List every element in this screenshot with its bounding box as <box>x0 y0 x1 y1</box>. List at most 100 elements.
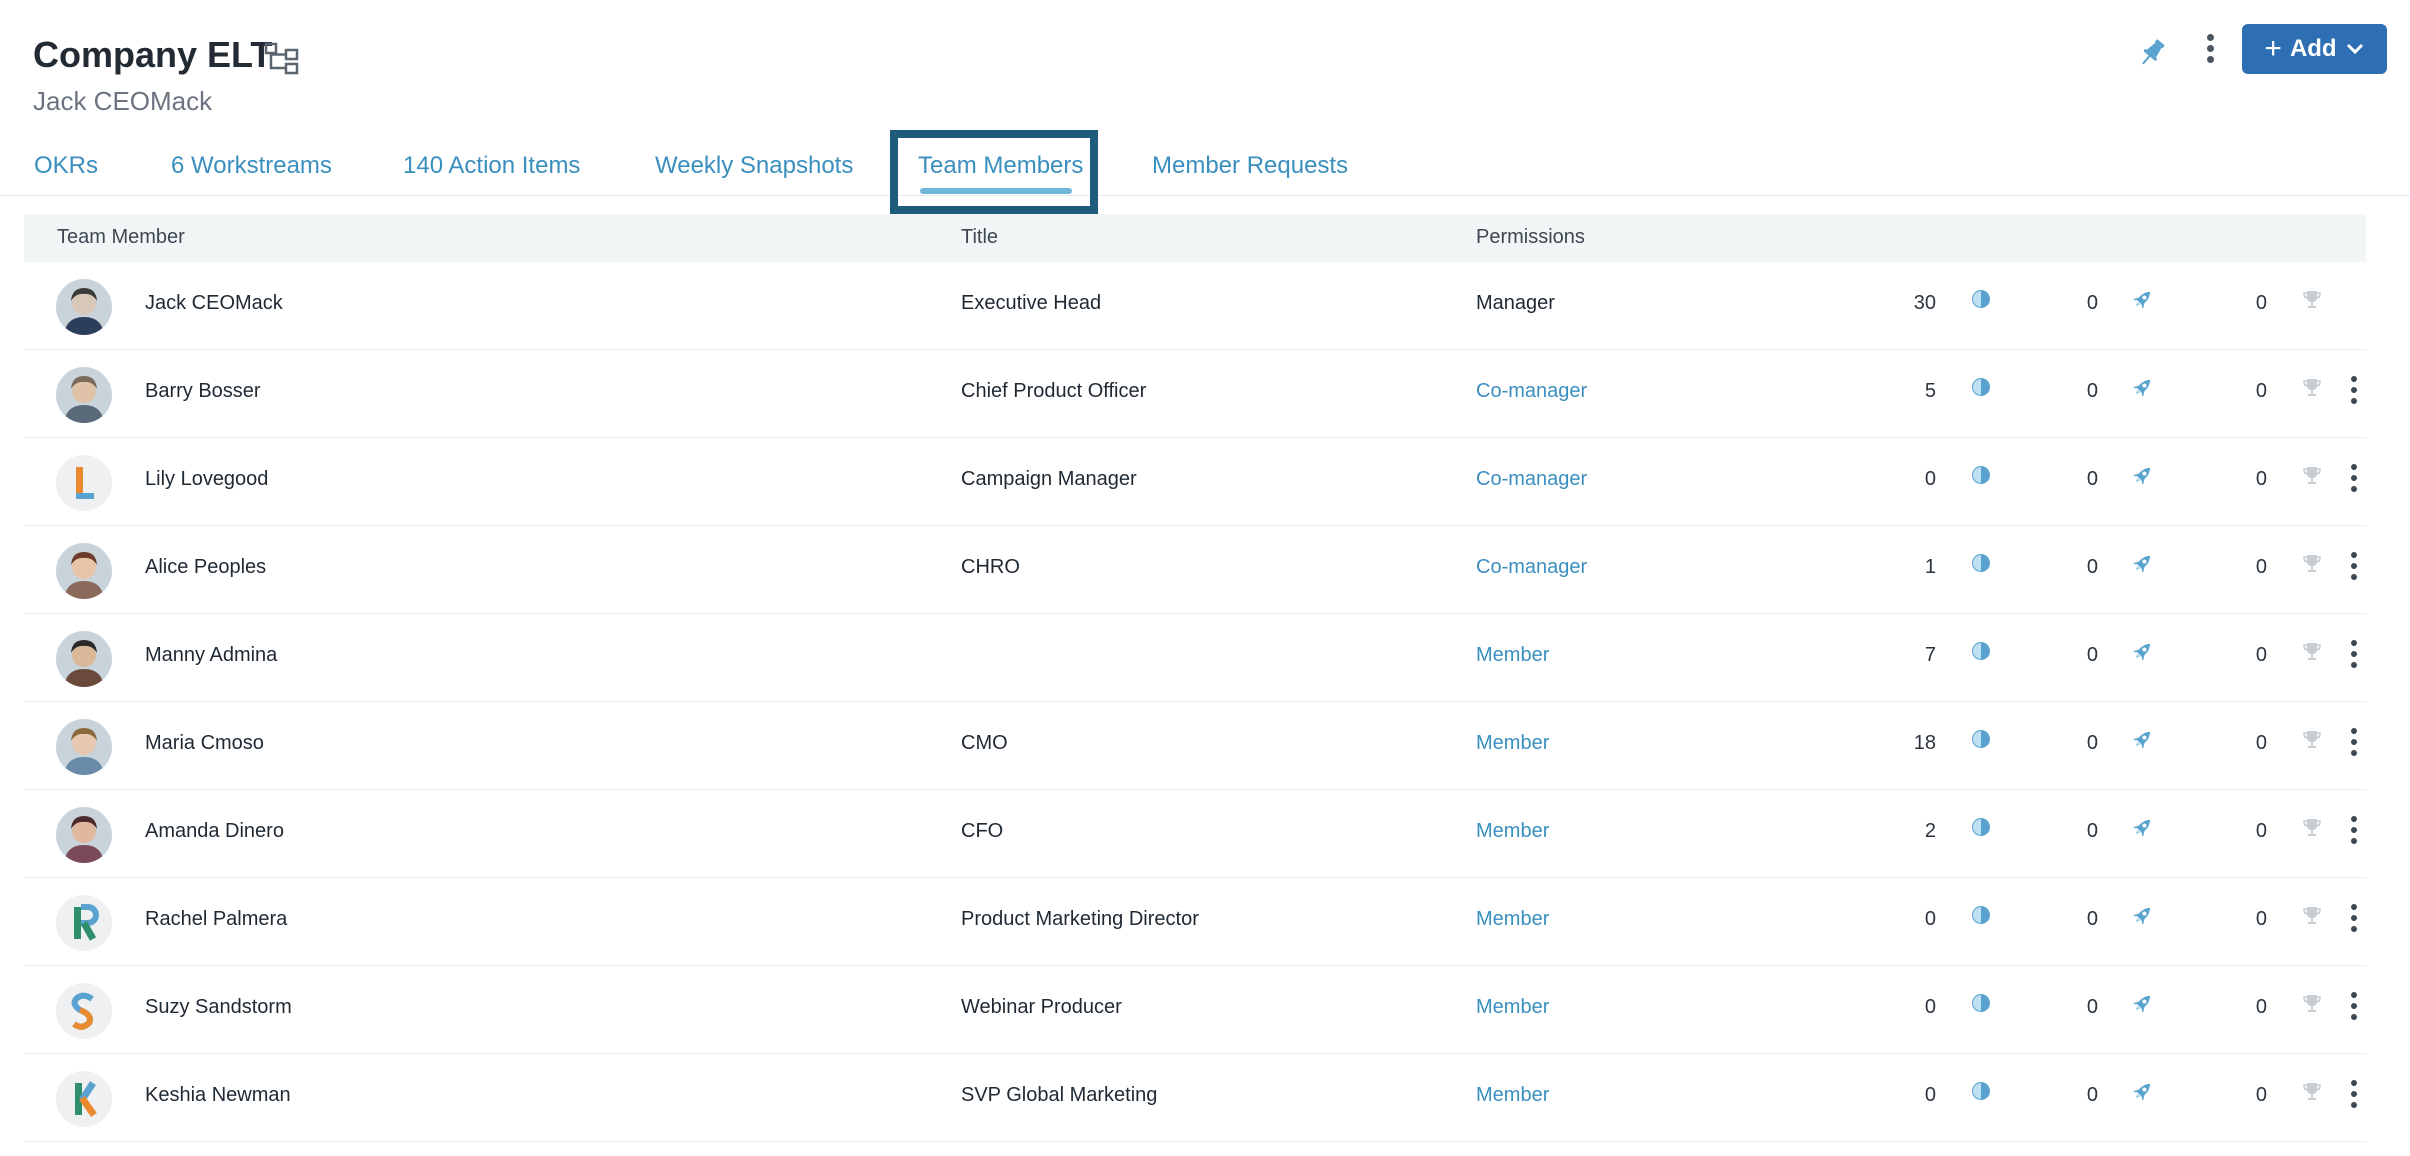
trophy-icon <box>2301 1080 2323 1102</box>
page-header: Company ELT Jack CEOMack + Add <box>0 0 2410 130</box>
okr-count: 0 <box>1924 468 1936 490</box>
member-permission[interactable]: Member <box>1476 820 1549 843</box>
member-name[interactable]: Rachel Palmera <box>145 908 287 931</box>
member-permission[interactable]: Co-manager <box>1476 380 1587 403</box>
member-title: SVP Global Marketing <box>961 1084 1158 1106</box>
tab-team-members[interactable]: Team Members <box>918 152 1083 180</box>
avatar[interactable] <box>56 983 112 1039</box>
trophy-icon <box>2301 904 2323 926</box>
row-more-options-icon[interactable] <box>2344 550 2364 588</box>
row-more-options-icon[interactable] <box>2344 638 2364 676</box>
okr-count: 1 <box>1924 556 1936 578</box>
row-more-options-icon[interactable] <box>2344 814 2364 852</box>
team-members-table: Team Member Title Permissions Jack CEOMa… <box>24 214 2366 1142</box>
member-permission[interactable]: Member <box>1476 1084 1549 1107</box>
initiative-count: 0 <box>2086 468 2098 490</box>
achievement-count: 0 <box>2255 556 2267 578</box>
add-button[interactable]: + Add <box>2242 24 2387 74</box>
member-name[interactable]: Alice Peoples <box>145 556 266 579</box>
member-permission[interactable]: Member <box>1476 908 1549 931</box>
member-permission[interactable]: Co-manager <box>1476 556 1587 579</box>
table-body: Jack CEOMack Executive Head Manager 30 0 0 Bar… <box>24 262 2366 1142</box>
table-row[interactable]: Maria Cmoso CMO Member 18 0 0 <box>24 702 2366 790</box>
okr-count: 0 <box>1924 996 1936 1018</box>
row-more-options-icon[interactable] <box>2344 990 2364 1028</box>
avatar[interactable] <box>56 631 112 687</box>
column-header-permissions: Permissions <box>1476 226 1585 248</box>
member-name[interactable]: Lily Lovegood <box>145 468 268 491</box>
row-more-options-icon[interactable] <box>2344 1078 2364 1116</box>
member-title: CFO <box>961 820 1004 842</box>
member-permission[interactable]: Member <box>1476 644 1549 667</box>
avatar[interactable] <box>56 367 112 423</box>
plus-icon: + <box>2264 32 2282 65</box>
achievement-count: 0 <box>2255 292 2267 314</box>
row-more-options-icon[interactable] <box>2344 374 2364 412</box>
rocket-icon <box>2132 464 2154 486</box>
table-row[interactable]: Alice Peoples CHRO Co-manager 1 0 0 <box>24 526 2366 614</box>
table-row[interactable]: Lily Lovegood Campaign Manager Co-manager 0… <box>24 438 2366 526</box>
member-name[interactable]: Suzy Sandstorm <box>145 996 292 1019</box>
member-name[interactable]: Amanda Dinero <box>145 820 284 843</box>
table-row[interactable]: Suzy Sandstorm Webinar Producer Member 0 0 0 <box>24 966 2366 1054</box>
rocket-icon <box>2132 992 2154 1014</box>
table-row[interactable]: Manny Admina Member 7 0 0 <box>24 614 2366 702</box>
tab-action-items[interactable]: 140 Action Items <box>403 152 580 180</box>
okr-icon <box>1970 288 1992 310</box>
table-row[interactable]: Amanda Dinero CFO Member 2 0 0 <box>24 790 2366 878</box>
member-name[interactable]: Jack CEOMack <box>145 292 283 315</box>
table-row[interactable]: Keshia Newman SVP Global Marketing Member 0… <box>24 1054 2366 1142</box>
member-name[interactable]: Manny Admina <box>145 644 277 667</box>
table-header: Team Member Title Permissions <box>24 214 2366 262</box>
table-row[interactable]: Jack CEOMack Executive Head Manager 30 0 0 <box>24 262 2366 350</box>
avatar[interactable] <box>56 895 112 951</box>
rocket-icon <box>2132 816 2154 838</box>
avatar[interactable] <box>56 543 112 599</box>
member-title: Campaign Manager <box>961 468 1137 490</box>
tab-okrs[interactable]: OKRs <box>34 152 98 180</box>
row-more-options-icon[interactable] <box>2344 462 2364 500</box>
member-title: CMO <box>961 732 1008 754</box>
achievement-count: 0 <box>2255 380 2267 402</box>
more-options-icon[interactable] <box>2198 32 2222 68</box>
okr-icon <box>1970 816 1992 838</box>
member-name[interactable]: Maria Cmoso <box>145 732 264 755</box>
member-permission[interactable]: Co-manager <box>1476 468 1587 491</box>
trophy-icon <box>2301 992 2323 1014</box>
row-more-options-icon[interactable] <box>2344 726 2364 764</box>
avatar[interactable] <box>56 279 112 335</box>
member-title: Chief Product Officer <box>961 380 1147 402</box>
member-permission: Manager <box>1476 292 1555 314</box>
add-button-label: Add <box>2289 35 2337 62</box>
member-permission[interactable]: Member <box>1476 732 1549 755</box>
member-permission[interactable]: Member <box>1476 996 1549 1019</box>
rocket-icon <box>2132 288 2154 310</box>
avatar[interactable] <box>56 1071 112 1127</box>
achievement-count: 0 <box>2255 996 2267 1018</box>
tab-workstreams[interactable]: 6 Workstreams <box>171 152 332 180</box>
avatar[interactable] <box>56 719 112 775</box>
table-row[interactable]: Barry Bosser Chief Product Officer Co-mana… <box>24 350 2366 438</box>
achievement-count: 0 <box>2255 820 2267 842</box>
okr-count: 30 <box>1913 292 1936 314</box>
rocket-icon <box>2132 376 2154 398</box>
member-title: Webinar Producer <box>961 996 1122 1018</box>
pin-icon[interactable] <box>2136 36 2168 70</box>
row-more-options-icon[interactable] <box>2344 902 2364 940</box>
okr-icon <box>1970 904 1992 926</box>
okr-icon <box>1970 1080 1992 1102</box>
tab-weekly-snapshots[interactable]: Weekly Snapshots <box>655 152 853 180</box>
initiative-count: 0 <box>2086 908 2098 930</box>
page-subtitle: Jack CEOMack <box>33 86 213 116</box>
okr-icon <box>1970 376 1992 398</box>
member-name[interactable]: Keshia Newman <box>145 1084 291 1107</box>
avatar[interactable] <box>56 455 112 511</box>
okr-count: 2 <box>1924 820 1936 842</box>
table-row[interactable]: Rachel Palmera Product Marketing Director… <box>24 878 2366 966</box>
tab-member-requests[interactable]: Member Requests <box>1152 152 1348 180</box>
member-name[interactable]: Barry Bosser <box>145 380 261 403</box>
initiative-count: 0 <box>2086 1084 2098 1106</box>
org-chart-icon[interactable] <box>264 42 300 76</box>
trophy-icon <box>2301 640 2323 662</box>
avatar[interactable] <box>56 807 112 863</box>
